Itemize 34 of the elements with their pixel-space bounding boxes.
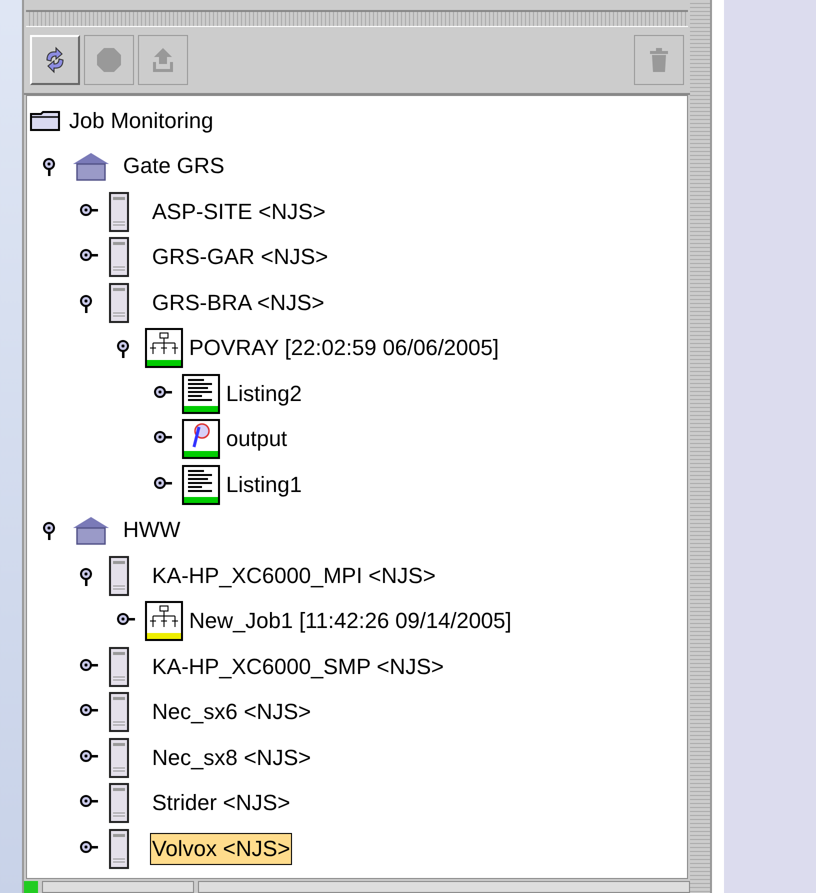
server-icon xyxy=(108,828,130,869)
tree-node-label[interactable]: Nec_sx6 <NJS> xyxy=(150,696,313,728)
server-icon xyxy=(108,192,130,232)
tree-node-label[interactable]: POVRAY [22:02:59 06/06/2005] xyxy=(187,332,501,364)
splitter-grip[interactable] xyxy=(690,0,712,893)
server-icon xyxy=(108,692,130,732)
house-icon xyxy=(71,515,111,546)
refresh-button[interactable] xyxy=(30,35,80,85)
tree-node-label[interactable]: Volvox <NJS> xyxy=(150,832,292,865)
server-icon xyxy=(108,282,130,323)
tree-node-label[interactable]: KA-HP_XC6000_SMP <NJS> xyxy=(150,650,446,683)
tree-node-label[interactable]: New_Job1 [11:42:26 09/14/2005] xyxy=(187,605,514,638)
server-icon xyxy=(108,738,130,778)
tree-node-label[interactable]: Listing2 xyxy=(224,378,304,410)
server-icon xyxy=(108,237,130,278)
tree-node-label[interactable]: output xyxy=(224,423,290,456)
house-icon xyxy=(71,151,111,182)
tree-node-label[interactable]: GRS-GAR <NJS> xyxy=(150,241,330,274)
tree-node-label[interactable]: Gate GRS xyxy=(121,150,226,182)
drag-grip[interactable] xyxy=(26,10,688,27)
status-indicator xyxy=(24,881,38,893)
tree-node-label[interactable]: Job Monitoring xyxy=(67,104,216,137)
server-icon xyxy=(108,783,130,824)
tree-node-label[interactable]: GRS-BRA <NJS> xyxy=(150,286,326,319)
server-icon xyxy=(108,646,130,687)
tree-node-label[interactable]: Listing1 xyxy=(224,468,304,501)
tree-node-label[interactable]: HWW xyxy=(121,514,182,546)
stop-icon xyxy=(95,46,123,74)
tree-node-label[interactable]: Strider <NJS> xyxy=(150,787,292,820)
tree-node-label[interactable]: KA-HP_XC6000_MPI <NJS> xyxy=(150,560,438,592)
server-icon xyxy=(108,556,130,596)
folder-icon xyxy=(27,110,63,132)
tree-node-label[interactable]: ASP-SITE <NJS> xyxy=(150,196,328,228)
tree-node-label[interactable]: Nec_sx8 <NJS> xyxy=(150,742,313,774)
